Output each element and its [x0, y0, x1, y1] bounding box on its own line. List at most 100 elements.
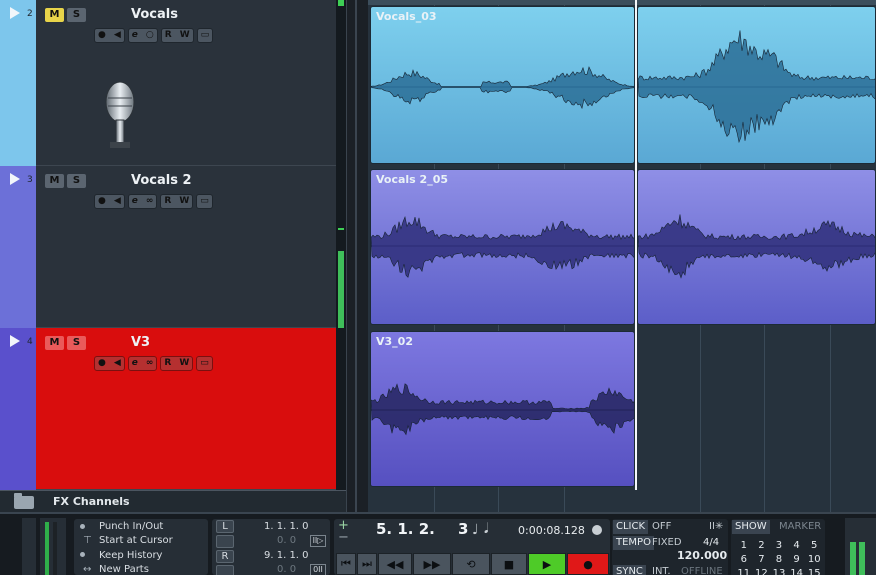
fx-channels-folder[interactable]: FX Channels — [0, 490, 346, 512]
start-at-cursor[interactable]: Start at Cursor — [99, 535, 173, 546]
edit-channel-button[interactable]: e — [132, 28, 138, 43]
write-automation-button[interactable]: W — [180, 28, 190, 43]
tempo-mode[interactable]: FIXED — [649, 536, 685, 550]
nudge-minus[interactable]: − — [338, 530, 349, 545]
track-select-arrow-icon[interactable] — [10, 173, 20, 185]
marker-button[interactable]: 2 — [753, 539, 771, 552]
track-select-arrow-icon[interactable] — [10, 7, 20, 19]
tempo-value[interactable]: 120.000 — [674, 549, 730, 563]
track-name[interactable]: V3 — [131, 335, 150, 350]
cycle-button[interactable]: ⟲ — [452, 553, 490, 575]
insert-icon[interactable]: ○ — [146, 28, 154, 43]
pause-icon[interactable]: II▷ — [310, 535, 326, 547]
track-color-strip[interactable]: 2 — [0, 0, 36, 166]
track-name[interactable]: Vocals 2 — [131, 173, 192, 188]
marker-button[interactable]: 9 — [788, 553, 806, 566]
record-enable-icon[interactable]: ● — [98, 194, 106, 209]
insert-icon[interactable]: ∞ — [146, 356, 154, 371]
project-cursor[interactable] — [635, 0, 637, 490]
record-enable-icon[interactable]: ● — [98, 28, 106, 43]
lanes-icon[interactable]: ▭ — [201, 28, 210, 43]
read-automation-button[interactable]: R — [164, 356, 171, 371]
track-1[interactable]: 2 M S Vocals ● ◀ e ○ R W ▭ — [0, 0, 346, 166]
solo-button[interactable]: S — [67, 174, 86, 188]
monitor-speaker-icon[interactable]: ◀ — [114, 28, 121, 43]
keep-history[interactable]: Keep History — [99, 550, 162, 561]
audio-event[interactable]: Vocals 2_05 — [370, 169, 635, 325]
marker-button[interactable]: 4 — [788, 539, 806, 552]
write-automation-button[interactable]: W — [179, 356, 189, 371]
rewind-button[interactable]: ◀◀ — [378, 553, 412, 575]
sync-label[interactable]: SYNC — [613, 565, 646, 575]
solo-button[interactable]: S — [67, 336, 86, 350]
write-automation-button[interactable]: W — [179, 194, 189, 209]
marker-button[interactable]: 1 — [735, 539, 753, 552]
postroll-curve-icon[interactable] — [216, 565, 234, 575]
marker-button[interactable]: 8 — [770, 553, 788, 566]
edit-channel-button[interactable]: e — [132, 356, 138, 371]
precount-curve-icon[interactable] — [216, 535, 234, 548]
track-select-arrow-icon[interactable] — [10, 335, 20, 347]
record-button[interactable]: ● — [567, 553, 609, 575]
monitor-speaker-icon[interactable]: ◀ — [114, 356, 121, 371]
monitor-speaker-icon[interactable]: ◀ — [114, 194, 121, 209]
audio-event[interactable] — [637, 6, 876, 164]
marker-button[interactable]: 12 — [753, 567, 771, 575]
go-to-start-button[interactable]: ⏮ — [336, 553, 356, 575]
track-3[interactable]: 4 M S V3 ● ◀ e ∞ R W ▭ — [0, 328, 346, 490]
read-automation-button[interactable]: R — [164, 194, 171, 209]
arrangement-area[interactable]: Vocals_03 Vocals 2_05 V3_02 — [368, 0, 876, 512]
marker-button[interactable]: 6 — [735, 553, 753, 566]
lanes-icon[interactable]: ▭ — [200, 356, 209, 371]
lanes-icon[interactable]: ▭ — [200, 194, 209, 209]
right-locator-value[interactable]: 9. 1. 1. 0 — [264, 550, 309, 561]
metronome-icon[interactable]: II✳ — [706, 520, 726, 534]
stop-button[interactable]: ■ — [491, 553, 527, 575]
marker-button[interactable]: 14 — [788, 567, 806, 575]
mute-button[interactable]: M — [45, 336, 64, 350]
track-color-strip[interactable]: 3 — [0, 166, 36, 328]
mute-button[interactable]: M — [45, 174, 64, 188]
track-2[interactable]: 3 M S Vocals 2 ● ◀ e ∞ R W ▭ — [0, 166, 346, 328]
click-label[interactable]: CLICK — [613, 520, 649, 534]
left-locator-button[interactable]: L — [216, 520, 234, 533]
marker-button[interactable]: 11 — [735, 567, 753, 575]
punch-in-out[interactable]: Punch In/Out — [99, 521, 163, 532]
audio-event[interactable] — [637, 169, 876, 325]
right-locator-button[interactable]: R — [216, 550, 234, 563]
marker-button[interactable]: 15 — [805, 567, 823, 575]
forward-button[interactable]: ▶▶ — [413, 553, 451, 575]
track-name[interactable]: Vocals — [131, 7, 178, 22]
pause-stop-icon[interactable]: 0II — [310, 564, 326, 575]
insert-icon[interactable]: ∞ — [146, 194, 154, 209]
track-header[interactable]: M S Vocals 2 ● ◀ e ∞ R W ▭ — [36, 166, 346, 328]
time-display[interactable]: 0:00:08.128 — [518, 524, 585, 537]
marker-button[interactable]: 7 — [753, 553, 771, 566]
marker-button[interactable]: 3 — [770, 539, 788, 552]
marker-button[interactable]: 5 — [805, 539, 823, 552]
position-bars[interactable]: 5. 1. 2. — [376, 520, 435, 538]
time-signature[interactable]: 4/4 — [700, 536, 722, 550]
left-locator-value[interactable]: 1. 1. 1. 0 — [264, 521, 309, 532]
solo-button[interactable]: S — [67, 8, 86, 22]
track-color-strip[interactable]: 4 — [0, 328, 36, 490]
sync-mode[interactable]: INT. — [649, 565, 674, 575]
mute-button[interactable]: M — [45, 8, 64, 22]
click-value[interactable]: OFF — [649, 520, 674, 534]
new-parts[interactable]: New Parts — [99, 564, 149, 575]
audio-event[interactable]: V3_02 — [370, 331, 635, 487]
track-header[interactable]: M S V3 ● ◀ e ∞ R W ▭ — [36, 328, 346, 490]
record-enable-icon[interactable]: ● — [98, 356, 106, 371]
marker-button[interactable]: 10 — [805, 553, 823, 566]
track-header[interactable]: M S Vocals ● ◀ e ○ R W ▭ — [36, 0, 346, 166]
position-beat[interactable]: 3 — [458, 520, 468, 538]
go-to-end-button[interactable]: ⏭ — [357, 553, 377, 575]
read-automation-button[interactable]: R — [165, 28, 172, 43]
tempo-label[interactable]: TEMPO — [613, 536, 654, 550]
audio-event[interactable]: Vocals_03 — [370, 6, 635, 164]
track-list-splitter[interactable] — [346, 0, 368, 512]
show-markers-button[interactable]: SHOW — [732, 520, 770, 534]
play-button[interactable]: ▶ — [528, 553, 566, 575]
marker-button[interactable]: 13 — [770, 567, 788, 575]
edit-channel-button[interactable]: e — [132, 194, 138, 209]
